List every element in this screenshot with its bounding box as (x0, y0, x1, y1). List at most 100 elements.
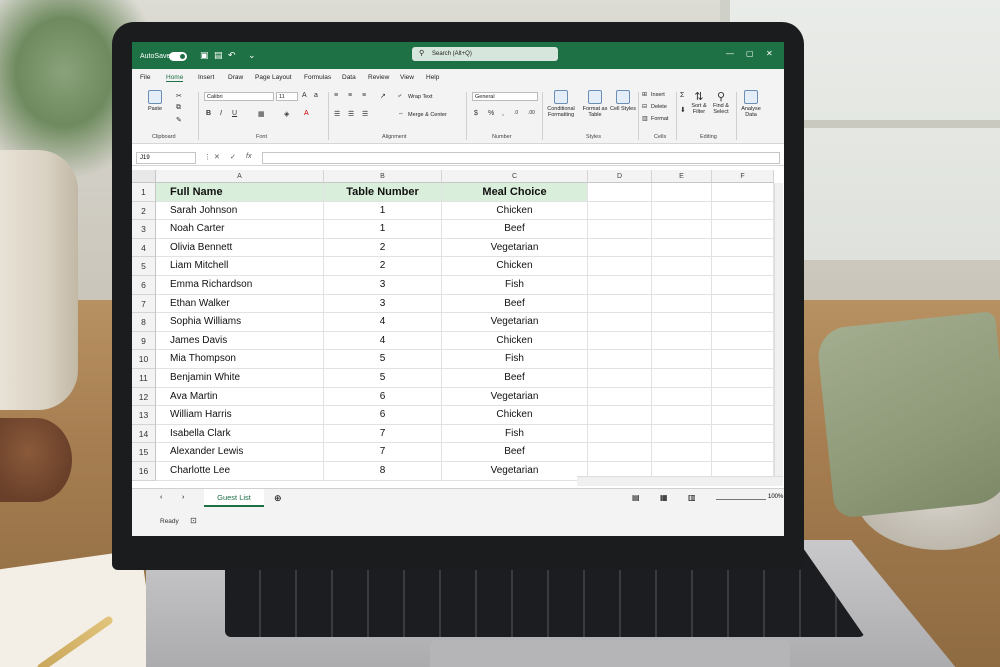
row-header[interactable]: 11 (132, 369, 156, 388)
table-cell[interactable]: Vegetarian (442, 387, 588, 407)
column-title-cell[interactable]: Meal Choice (442, 183, 588, 202)
table-cell[interactable] (712, 406, 774, 425)
table-cell[interactable] (712, 331, 774, 351)
table-cell[interactable] (588, 443, 652, 462)
borders-icon[interactable]: ▦ (258, 110, 265, 118)
table-cell[interactable]: Olivia Bennett (156, 238, 324, 258)
table-cell[interactable]: Sophia Williams (156, 313, 324, 332)
enter-icon[interactable]: ✓ (230, 153, 236, 161)
column-header-c[interactable]: C (442, 170, 588, 183)
table-cell[interactable]: Vegetarian (442, 313, 588, 332)
wrap-text-button[interactable]: Wrap Text (408, 94, 433, 100)
page-break-view-icon[interactable]: ▥ (688, 493, 696, 502)
add-sheet-icon[interactable]: ⊕ (274, 493, 282, 504)
copy-icon[interactable]: ⧉ (176, 104, 181, 112)
font-size-select[interactable]: 11 (276, 92, 298, 101)
row-header[interactable]: 10 (132, 350, 156, 369)
table-cell[interactable]: Liam Mitchell (156, 257, 324, 276)
table-cell[interactable]: William Harris (156, 406, 324, 425)
accessibility-icon[interactable]: ⊡ (190, 516, 197, 525)
zoom-level[interactable]: 100% (768, 494, 783, 500)
table-cell[interactable] (588, 313, 652, 332)
align-center-icon[interactable]: ☰ (348, 110, 354, 118)
table-cell[interactable]: Beef (442, 443, 588, 462)
tab-view[interactable]: View (400, 74, 414, 81)
table-cell[interactable] (712, 443, 774, 462)
table-cell[interactable] (588, 350, 652, 369)
table-cell[interactable]: 1 (324, 220, 442, 239)
format-button[interactable]: Format (651, 116, 668, 122)
table-cell[interactable] (652, 220, 712, 239)
search-box[interactable]: ⚲ Search (Alt+Q) (412, 47, 558, 61)
row-header[interactable]: 16 (132, 462, 156, 481)
table-cell[interactable] (712, 313, 774, 332)
table-cell[interactable] (712, 238, 774, 258)
table-cell[interactable] (588, 387, 652, 407)
row-header[interactable]: 5 (132, 257, 156, 276)
table-cell[interactable]: 2 (324, 238, 442, 258)
page-layout-view-icon[interactable]: ▦ (660, 493, 668, 502)
qat-dropdown-icon[interactable]: ⌄ (248, 50, 256, 61)
row-header[interactable]: 13 (132, 406, 156, 425)
name-box[interactable]: J19 (136, 152, 196, 164)
align-bottom-icon[interactable]: ≡ (362, 92, 366, 99)
table-cell[interactable]: 3 (324, 276, 442, 295)
table-cell[interactable]: Chicken (442, 406, 588, 425)
row-header[interactable]: 8 (132, 313, 156, 332)
merge-icon[interactable]: ⇔ (398, 111, 404, 117)
autosum-icon[interactable]: Σ (680, 92, 684, 99)
table-cell[interactable] (652, 369, 712, 388)
increase-font-icon[interactable]: A (302, 92, 307, 99)
paste-button[interactable]: Paste (140, 90, 170, 112)
tab-data[interactable]: Data (342, 74, 356, 81)
table-cell[interactable]: Noah Carter (156, 220, 324, 239)
table-cell[interactable]: Fish (442, 350, 588, 369)
table-cell[interactable]: 3 (324, 294, 442, 314)
tab-formulas[interactable]: Formulas (304, 74, 331, 81)
font-name-select[interactable]: Calibri (204, 92, 274, 101)
vertical-scrollbar[interactable] (774, 183, 783, 476)
table-cell[interactable]: Fish (442, 424, 588, 444)
table-cell[interactable]: 2 (324, 257, 442, 276)
table-cell[interactable] (652, 201, 712, 221)
grid-icon[interactable]: ▤ (214, 50, 223, 61)
table-cell[interactable] (588, 369, 652, 388)
sort-filter-button[interactable]: ⇅ Sort & Filter (688, 90, 710, 115)
autosave-toggle[interactable] (169, 52, 187, 61)
row-header[interactable]: 12 (132, 387, 156, 407)
table-cell[interactable] (712, 201, 774, 221)
table-cell[interactable]: Chicken (442, 257, 588, 276)
cut-icon[interactable]: ✂ (176, 92, 182, 100)
table-cell[interactable]: Charlotte Lee (156, 462, 324, 481)
table-cell[interactable] (588, 220, 652, 239)
formula-input[interactable] (262, 152, 780, 164)
horizontal-scrollbar[interactable] (577, 476, 783, 486)
fill-icon[interactable]: ⬇ (680, 106, 686, 114)
table-cell[interactable] (588, 294, 652, 314)
close-icon[interactable]: ✕ (766, 49, 773, 58)
table-cell[interactable]: James Davis (156, 331, 324, 351)
table-cell[interactable] (652, 331, 712, 351)
table-cell[interactable] (652, 294, 712, 314)
tab-draw[interactable]: Draw (228, 74, 243, 81)
format-icon[interactable]: ▥ (642, 115, 648, 122)
wrap-text-icon[interactable]: ⤶ (398, 93, 401, 100)
tab-help[interactable]: Help (426, 74, 439, 81)
table-cell[interactable] (588, 276, 652, 295)
row-header[interactable]: 6 (132, 276, 156, 295)
table-cell[interactable] (712, 369, 774, 388)
column-title-cell[interactable]: Full Name (156, 183, 324, 202)
table-cell[interactable]: Ethan Walker (156, 294, 324, 314)
table-cell[interactable] (652, 424, 712, 444)
currency-icon[interactable]: $ (474, 110, 478, 117)
table-cell[interactable]: Benjamin White (156, 369, 324, 388)
insert-icon[interactable]: ⊞ (642, 91, 647, 98)
table-cell[interactable] (712, 257, 774, 276)
table-cell[interactable] (588, 406, 652, 425)
insert-button[interactable]: Insert (651, 92, 665, 98)
table-cell[interactable]: Ava Martin (156, 387, 324, 407)
table-cell[interactable]: Vegetarian (442, 238, 588, 258)
table-cell[interactable]: 4 (324, 331, 442, 351)
column-header-e[interactable]: E (652, 170, 712, 183)
cell-styles-button[interactable]: Cell Styles (610, 90, 636, 112)
